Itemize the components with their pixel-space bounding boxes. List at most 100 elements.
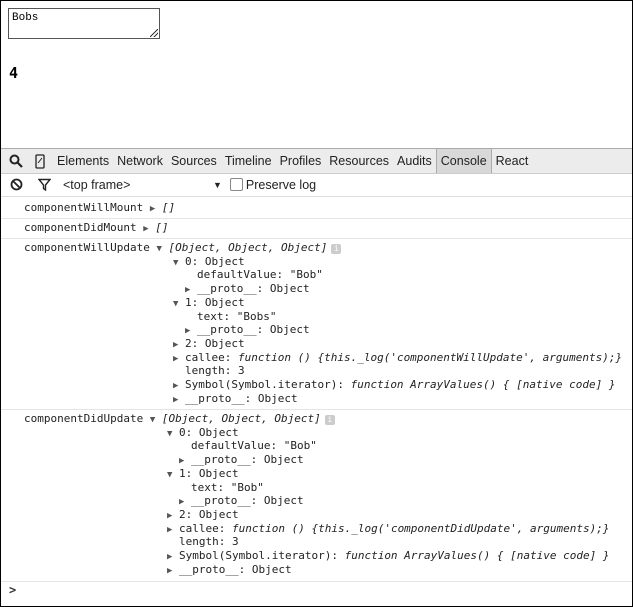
message-header: componentDidUpdate ▼ [Object, Object, Obj… bbox=[24, 412, 335, 426]
tab-elements[interactable]: Elements bbox=[53, 149, 113, 173]
count-output: 4 bbox=[9, 64, 19, 82]
object-label[interactable]: 1: Object bbox=[179, 467, 239, 480]
property-line: ▶ Symbol(Symbol.iterator): function Array… bbox=[173, 378, 616, 391]
property-value: Object bbox=[251, 562, 292, 576]
tab-console[interactable]: Console bbox=[435, 149, 492, 173]
property-value: Object bbox=[257, 391, 298, 405]
collapsed-arrow-icon[interactable]: ▶ bbox=[167, 523, 179, 537]
property-value: function () {this._log('componentDidUpda… bbox=[232, 521, 610, 535]
property-line: ▶ Symbol(Symbol.iterator): function Array… bbox=[167, 549, 610, 562]
message-label: componentWillUpdate bbox=[24, 241, 150, 254]
property-line: ▶ __proto__: Object bbox=[179, 453, 304, 467]
property-value: 3 bbox=[232, 535, 239, 549]
tab-audits[interactable]: Audits bbox=[393, 149, 436, 173]
property-value: "Bob" bbox=[230, 480, 264, 494]
property-key: text bbox=[197, 309, 224, 323]
message-label: componentDidMount bbox=[24, 221, 137, 234]
property-line: text: "Bobs" bbox=[197, 309, 277, 323]
object-label[interactable]: 0: Object bbox=[185, 255, 245, 268]
property-key: __proto__ bbox=[191, 494, 251, 508]
property-line: length: 3 bbox=[185, 364, 245, 378]
expanded-arrow-icon[interactable]: ▼ bbox=[167, 468, 179, 482]
property-key: length bbox=[185, 364, 225, 378]
object-label[interactable]: 2: Object bbox=[179, 508, 239, 521]
message-summary[interactable]: [Object, Object, Object] bbox=[162, 412, 321, 425]
console-message: componentDidUpdate ▼ [Object, Object, Obj… bbox=[1, 409, 632, 582]
console-message: componentWillMount ▶[] bbox=[1, 198, 632, 219]
object-label[interactable]: 0: Object bbox=[179, 426, 239, 439]
property-key: defaultValue bbox=[197, 268, 277, 282]
property-key: __proto__ bbox=[179, 562, 239, 576]
resize-handle[interactable] bbox=[150, 29, 158, 37]
object-label[interactable]: 2: Object bbox=[185, 337, 245, 350]
property-value: "Bob" bbox=[289, 268, 323, 282]
clear-console-icon[interactable] bbox=[7, 176, 25, 194]
preserve-log-label: Preserve log bbox=[245, 177, 317, 192]
tab-sources[interactable]: Sources bbox=[167, 149, 221, 173]
console-filter-bar: <top frame> ▼ Preserve log bbox=[1, 173, 632, 197]
expanded-arrow-icon[interactable]: ▼ bbox=[173, 297, 185, 311]
tab-network[interactable]: Network bbox=[113, 149, 167, 173]
expanded-arrow-icon[interactable]: ▼ bbox=[156, 242, 168, 256]
property-line: text: "Bob" bbox=[191, 480, 264, 494]
expanded-arrow-icon[interactable]: ▼ bbox=[150, 413, 162, 427]
property-value: Object bbox=[269, 282, 310, 296]
property-line: ▶ __proto__: Object bbox=[173, 391, 298, 407]
message-summary[interactable]: [] bbox=[155, 221, 168, 234]
collapsed-arrow-icon[interactable]: ▶ bbox=[167, 564, 179, 578]
property-value: "Bob" bbox=[283, 439, 317, 453]
message-summary[interactable]: [Object, Object, Object] bbox=[168, 241, 327, 254]
devtools-toolbar: Elements Network Sources Timeline Profiles Re… bbox=[1, 148, 632, 174]
message-label: componentDidUpdate bbox=[24, 412, 144, 425]
checkbox-box[interactable] bbox=[229, 178, 243, 191]
message-summary[interactable]: [] bbox=[162, 201, 175, 214]
property-line: ▶ 2: Object bbox=[167, 508, 239, 522]
console-message: componentWillUpdate ▼ [Object, Object, Ob… bbox=[1, 238, 632, 410]
tab-timeline[interactable]: Timeline bbox=[221, 149, 276, 173]
expanded-arrow-icon[interactable]: ▼ bbox=[173, 256, 185, 270]
filter-icon[interactable] bbox=[35, 176, 53, 194]
collapsed-arrow-icon[interactable]: ▶ bbox=[173, 393, 185, 407]
tab-resources[interactable]: Resources bbox=[325, 149, 393, 173]
preserve-log-checkbox[interactable]: Preserve log bbox=[229, 177, 317, 192]
property-key: __proto__ bbox=[197, 282, 257, 296]
property-key: Symbol(Symbol.iterator) bbox=[185, 378, 338, 391]
collapsed-arrow-icon[interactable]: ▶ bbox=[143, 222, 155, 236]
message-header: componentWillMount ▶[] bbox=[24, 201, 175, 215]
property-line: ▶ callee: function () {this._log('compone… bbox=[167, 521, 610, 537]
property-line: ▶ __proto__: Object bbox=[167, 562, 292, 578]
property-key: callee bbox=[179, 521, 219, 535]
property-value: Object bbox=[263, 494, 304, 508]
collapsed-arrow-icon[interactable]: ▶ bbox=[150, 202, 162, 216]
object-label[interactable]: 1: Object bbox=[185, 296, 245, 309]
frame-select[interactable]: <top frame> bbox=[63, 178, 213, 192]
property-value: function () {this._log('componentWillUpd… bbox=[238, 350, 623, 364]
property-value: function ArrayValues() { [native code] } bbox=[350, 378, 616, 391]
console-prompt[interactable]: > bbox=[9, 583, 16, 597]
property-key: __proto__ bbox=[185, 391, 245, 405]
property-line: ▶ __proto__: Object bbox=[185, 282, 310, 296]
message-header: componentWillUpdate ▼ [Object, Object, Ob… bbox=[24, 241, 342, 256]
message-label: componentWillMount bbox=[24, 201, 144, 214]
property-line: ▼ 1: Object bbox=[167, 467, 239, 481]
expanded-arrow-icon[interactable]: ▼ bbox=[167, 427, 179, 441]
property-line: length: 3 bbox=[179, 535, 239, 549]
console-message: componentDidMount ▶[] bbox=[1, 218, 632, 239]
info-icon[interactable]: i bbox=[331, 244, 342, 254]
property-line: ▼ 0: Object bbox=[173, 255, 245, 269]
property-value: Object bbox=[263, 453, 304, 467]
collapsed-arrow-icon[interactable]: ▶ bbox=[173, 352, 185, 366]
property-line: defaultValue: "Bob" bbox=[197, 268, 323, 282]
property-value: "Bobs" bbox=[236, 309, 277, 323]
tab-profiles[interactable]: Profiles bbox=[276, 149, 326, 173]
property-key: length bbox=[179, 535, 219, 549]
text-input[interactable]: Bobs bbox=[8, 8, 160, 39]
tab-react[interactable]: React bbox=[492, 149, 533, 173]
property-value: Object bbox=[269, 323, 310, 337]
property-key: text bbox=[191, 480, 218, 494]
frame-select-chevron-icon[interactable]: ▼ bbox=[213, 180, 222, 190]
search-icon[interactable] bbox=[7, 152, 25, 170]
property-value: function ArrayValues() { [native code] } bbox=[344, 549, 610, 562]
info-icon[interactable]: i bbox=[324, 415, 335, 425]
device-mode-icon[interactable] bbox=[31, 152, 49, 170]
